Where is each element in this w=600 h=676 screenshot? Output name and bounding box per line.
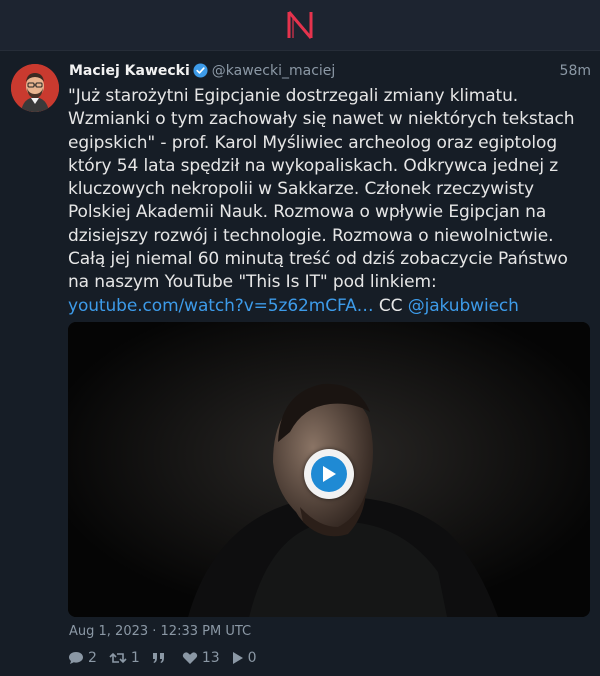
views-stat[interactable]: 0 bbox=[232, 650, 257, 666]
avatar[interactable] bbox=[11, 64, 59, 112]
views-count: 0 bbox=[247, 650, 257, 666]
play-button[interactable] bbox=[304, 449, 354, 499]
reply-stat[interactable]: 2 bbox=[68, 650, 97, 666]
tweet-text: "Już starożytni Egipcjanie dostrzegali z… bbox=[68, 86, 575, 293]
author-username[interactable]: @kawecki_maciej bbox=[212, 63, 336, 79]
tweet-stats: 2 1 13 0 bbox=[68, 648, 257, 668]
quote-stat[interactable] bbox=[152, 652, 170, 664]
tweet-card[interactable]: Maciej Kawecki @kawecki_maciej 58m "Już … bbox=[0, 51, 600, 676]
quote-icon bbox=[152, 653, 164, 663]
tweet-time[interactable]: 58m bbox=[560, 61, 591, 81]
top-bar bbox=[0, 0, 600, 51]
heart-icon bbox=[182, 652, 197, 664]
author-fullname[interactable]: Maciej Kawecki bbox=[69, 63, 190, 79]
tweet-link[interactable]: youtube.com/watch?v=5z62mCFA… bbox=[68, 296, 374, 316]
tweet-header: Maciej Kawecki @kawecki_maciej 58m bbox=[69, 61, 591, 81]
tweet-date[interactable]: Aug 1, 2023 · 12:33 PM UTC bbox=[69, 624, 251, 639]
retweet-stat[interactable]: 1 bbox=[109, 650, 140, 666]
retweet-count: 1 bbox=[130, 650, 140, 666]
play-icon bbox=[323, 466, 336, 482]
play-views-icon bbox=[232, 652, 243, 664]
nitter-logo[interactable] bbox=[285, 9, 315, 41]
tweet-mention[interactable]: @jakubwiech bbox=[408, 296, 519, 316]
like-stat[interactable]: 13 bbox=[182, 650, 220, 666]
tweet-cc-text: CC bbox=[373, 295, 408, 316]
verified-badge-icon bbox=[193, 63, 208, 78]
reply-count: 2 bbox=[88, 650, 97, 666]
like-count: 13 bbox=[201, 650, 220, 666]
comment-icon bbox=[69, 652, 83, 664]
video-player[interactable] bbox=[68, 322, 590, 617]
tweet-content: "Już starożytni Egipcjanie dostrzegali z… bbox=[68, 85, 592, 318]
retweet-icon bbox=[109, 652, 127, 664]
